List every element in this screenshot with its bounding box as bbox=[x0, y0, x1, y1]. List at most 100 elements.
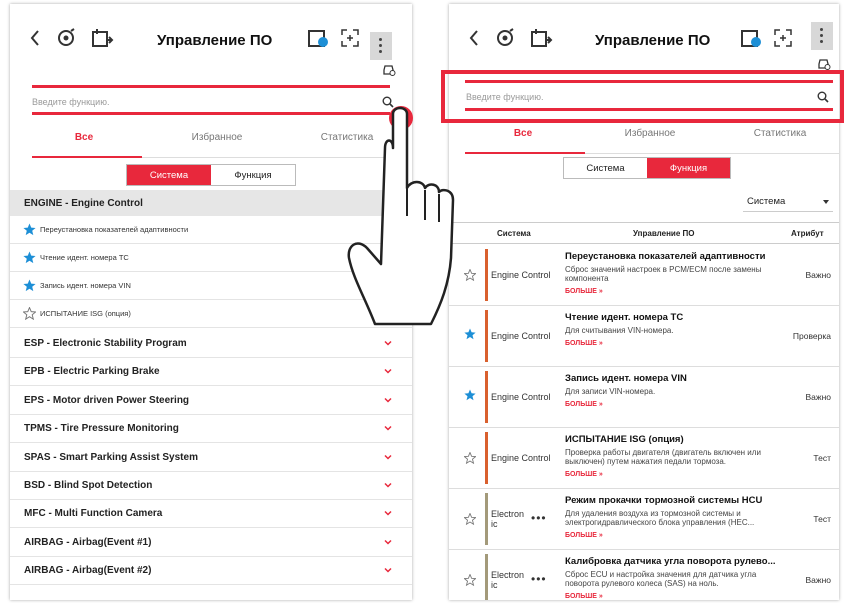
row-description: Для считывания VIN-номера. bbox=[565, 326, 674, 335]
system-function-toggle: Система Функция bbox=[126, 164, 296, 186]
vehicle-icon[interactable] bbox=[90, 26, 114, 50]
star-filled-icon[interactable] bbox=[23, 251, 36, 264]
system-row[interactable]: SPAS - Smart Parking Assist System bbox=[10, 444, 412, 472]
search-bottom-line bbox=[32, 112, 390, 115]
function-item-label: ИСПЫТАНИЕ ISG (опция) bbox=[40, 309, 131, 318]
function-item-label: Запись идент. номера VIN bbox=[40, 281, 131, 290]
col-sw-management[interactable]: Управление ПО bbox=[633, 229, 694, 238]
system-row[interactable]: AIRBAG - Airbag(Event #2) bbox=[10, 557, 412, 586]
chevron-down-icon[interactable] bbox=[384, 367, 392, 375]
row-system: Engine Control bbox=[491, 331, 551, 341]
ecu-icon[interactable] bbox=[739, 26, 763, 50]
row-description: Для записи VIN-номера. bbox=[565, 387, 656, 396]
system-row[interactable]: BSD - Blind Spot Detection bbox=[10, 472, 412, 500]
page-title: Управление ПО bbox=[157, 32, 273, 49]
more-dots-icon[interactable]: ••• bbox=[531, 511, 547, 525]
chevron-down-icon[interactable] bbox=[384, 538, 392, 546]
page-title: Управление ПО bbox=[595, 32, 711, 49]
system-color-bar bbox=[485, 310, 488, 362]
table-row[interactable]: Engine Control Чтение идент. номера ТС Для… bbox=[449, 306, 839, 367]
system-row-label: AIRBAG - Airbag(Event #1) bbox=[24, 536, 152, 548]
chevron-down-icon[interactable] bbox=[384, 509, 392, 517]
vehicle-icon[interactable] bbox=[529, 26, 553, 50]
tab-all[interactable]: Все bbox=[503, 128, 543, 139]
tab-favorites[interactable]: Избранное bbox=[182, 132, 252, 143]
col-attribute[interactable]: Атрибут bbox=[791, 229, 824, 238]
more-link[interactable]: БОЛЬШЕ » bbox=[565, 593, 603, 600]
more-link[interactable]: БОЛЬШЕ » bbox=[565, 340, 603, 347]
row-attribute: Важно bbox=[805, 270, 831, 280]
search-input[interactable]: Введите функцию. bbox=[32, 97, 109, 107]
chevron-down-icon[interactable] bbox=[384, 566, 392, 574]
chevron-down-icon[interactable] bbox=[384, 424, 392, 432]
system-row-label: SPAS - Smart Parking Assist System bbox=[24, 451, 198, 463]
system-row-label: TPMS - Tire Pressure Monitoring bbox=[24, 423, 179, 435]
star-outline-icon[interactable] bbox=[464, 269, 476, 281]
tab-bar: Все Избранное Статистика bbox=[465, 128, 839, 154]
chevron-down-icon[interactable] bbox=[384, 481, 392, 489]
car-icon[interactable] bbox=[817, 56, 831, 70]
more-menu-button[interactable] bbox=[370, 32, 392, 60]
chevron-down-icon[interactable] bbox=[384, 339, 392, 347]
star-outline-icon[interactable] bbox=[464, 513, 476, 525]
chevron-down-icon[interactable] bbox=[384, 453, 392, 461]
more-link[interactable]: БОЛЬШЕ » bbox=[565, 532, 603, 539]
system-row-label: EPS - Motor driven Power Steering bbox=[24, 394, 190, 406]
header: Управление ПО bbox=[449, 4, 839, 72]
system-row[interactable]: ESP - Electronic Stability Program bbox=[10, 330, 412, 358]
more-menu-button[interactable] bbox=[811, 22, 833, 50]
system-row[interactable]: TPMS - Tire Pressure Monitoring bbox=[10, 415, 412, 444]
more-link[interactable]: БОЛЬШЕ » bbox=[565, 401, 603, 408]
vci-icon[interactable] bbox=[493, 26, 517, 50]
table-row[interactable]: Engine Control Запись идент. номера VIN Дл… bbox=[449, 367, 839, 428]
col-system[interactable]: Система bbox=[497, 229, 531, 238]
star-outline-icon[interactable] bbox=[464, 452, 476, 464]
table-row[interactable]: Engine Control ИСПЫТАНИЕ ISG (опция) Прове… bbox=[449, 428, 839, 489]
hand-pointer-icon bbox=[347, 106, 455, 326]
system-row[interactable]: EPS - Motor driven Power Steering bbox=[10, 387, 412, 415]
star-filled-icon[interactable] bbox=[464, 328, 476, 340]
toggle-system[interactable]: Система bbox=[564, 158, 647, 178]
tab-underline bbox=[465, 152, 585, 154]
system-color-bar bbox=[485, 554, 488, 600]
search-highlight-box bbox=[441, 70, 844, 123]
car-icon[interactable] bbox=[382, 62, 396, 76]
function-item-label: Чтение идент. номера ТС bbox=[40, 253, 129, 262]
toggle-function[interactable]: Функция bbox=[647, 158, 730, 178]
table-row[interactable]: Electron ic ••• Режим прокачки тормозной с… bbox=[449, 489, 839, 550]
system-row[interactable]: AIRBAG - Airbag(Event #1) bbox=[10, 529, 412, 557]
toggle-function[interactable]: Функция bbox=[211, 165, 295, 185]
system-row[interactable]: MFC - Multi Function Camera bbox=[10, 500, 412, 529]
caret-down-icon bbox=[823, 200, 829, 204]
fullscreen-icon[interactable] bbox=[338, 26, 362, 50]
table-row[interactable]: Engine Control Переустановка показателей … bbox=[449, 245, 839, 306]
toggle-system[interactable]: Система bbox=[127, 165, 211, 185]
star-outline-icon[interactable] bbox=[464, 574, 476, 586]
row-attribute: Важно bbox=[805, 575, 831, 585]
vci-icon[interactable] bbox=[54, 26, 78, 50]
table-row[interactable]: Electron ic ••• Калибровка датчика угла по… bbox=[449, 550, 839, 600]
chevron-down-icon[interactable] bbox=[384, 396, 392, 404]
ecu-icon[interactable] bbox=[306, 26, 330, 50]
back-icon[interactable] bbox=[467, 28, 481, 48]
star-filled-icon[interactable] bbox=[464, 389, 476, 401]
tab-favorites[interactable]: Избранное bbox=[615, 128, 685, 139]
row-attribute: Тест bbox=[813, 453, 831, 463]
row-function-name: Переустановка показателей адаптивности bbox=[565, 251, 766, 262]
back-icon[interactable] bbox=[28, 28, 42, 48]
star-filled-icon[interactable] bbox=[23, 223, 36, 236]
row-description: Сброс ECU и настройка значения для датчи… bbox=[565, 570, 757, 588]
more-link[interactable]: БОЛЬШЕ » bbox=[565, 288, 603, 295]
star-filled-icon[interactable] bbox=[23, 279, 36, 292]
system-row[interactable]: EPB - Electric Parking Brake bbox=[10, 358, 412, 387]
more-link[interactable]: БОЛЬШЕ » bbox=[565, 471, 603, 478]
tab-all[interactable]: Все bbox=[64, 132, 104, 143]
fullscreen-icon[interactable] bbox=[771, 26, 795, 50]
row-system: Electron ic bbox=[491, 570, 525, 590]
tab-statistics[interactable]: Статистика bbox=[745, 128, 815, 139]
more-dots-icon[interactable]: ••• bbox=[531, 572, 547, 586]
star-outline-icon[interactable] bbox=[23, 307, 36, 320]
system-dropdown[interactable]: Система bbox=[743, 194, 833, 212]
dropdown-value: Система bbox=[747, 196, 786, 207]
system-color-bar bbox=[485, 371, 488, 423]
